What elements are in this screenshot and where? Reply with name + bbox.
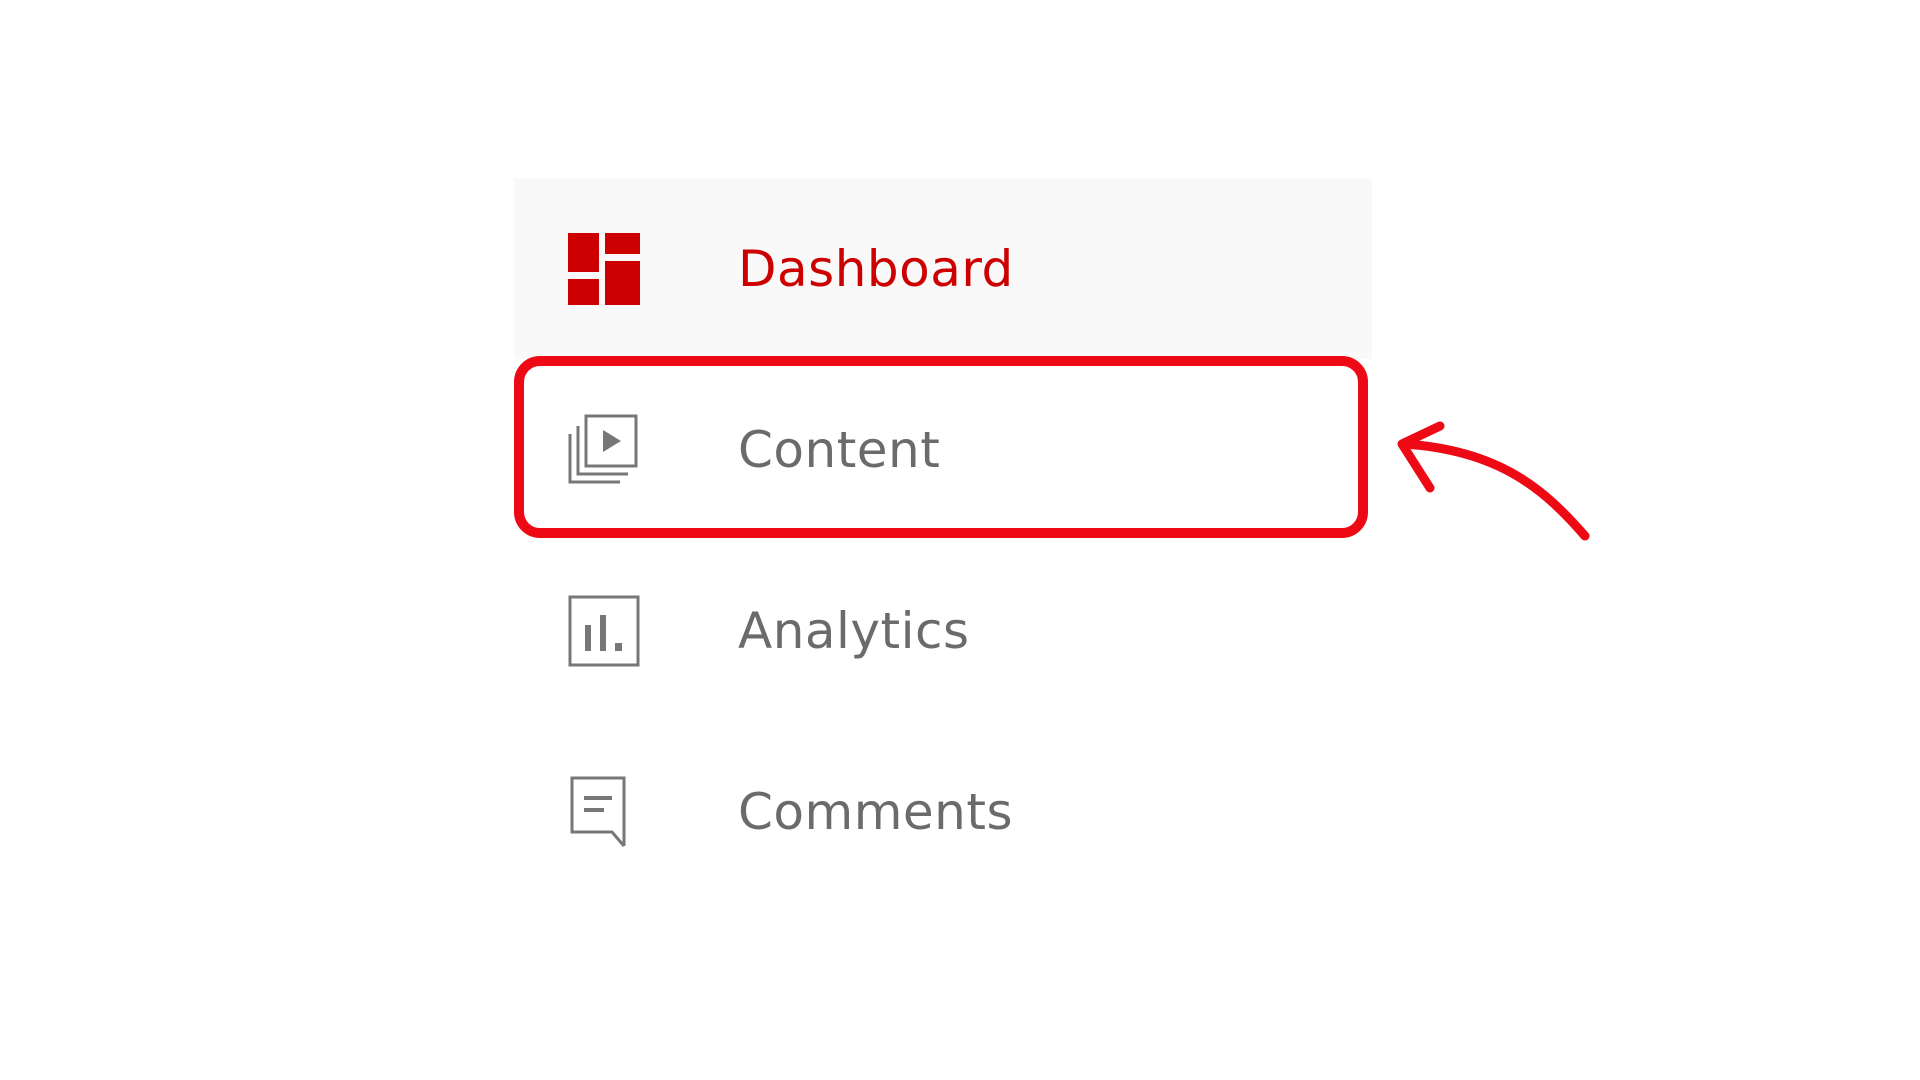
- stage: Dashboard Content Analytics Comments: [0, 0, 1920, 1080]
- sidebar-item-label: Comments: [738, 782, 1014, 841]
- sidebar-item-content[interactable]: Content: [514, 359, 1372, 540]
- comments-icon: [568, 776, 640, 848]
- sidebar-item-analytics[interactable]: Analytics: [514, 540, 1372, 721]
- sidebar-item-comments[interactable]: Comments: [514, 721, 1372, 902]
- content-icon: [568, 414, 640, 486]
- analytics-icon: [568, 595, 640, 667]
- sidebar-menu: Dashboard Content Analytics Comments: [514, 178, 1372, 902]
- sidebar-item-label: Content: [738, 420, 941, 479]
- dashboard-icon: [568, 232, 640, 305]
- sidebar-item-dashboard[interactable]: Dashboard: [514, 178, 1372, 359]
- sidebar-item-label: Analytics: [738, 601, 970, 660]
- callout-arrow-icon: [1397, 421, 1590, 541]
- sidebar-item-label: Dashboard: [738, 239, 1014, 298]
